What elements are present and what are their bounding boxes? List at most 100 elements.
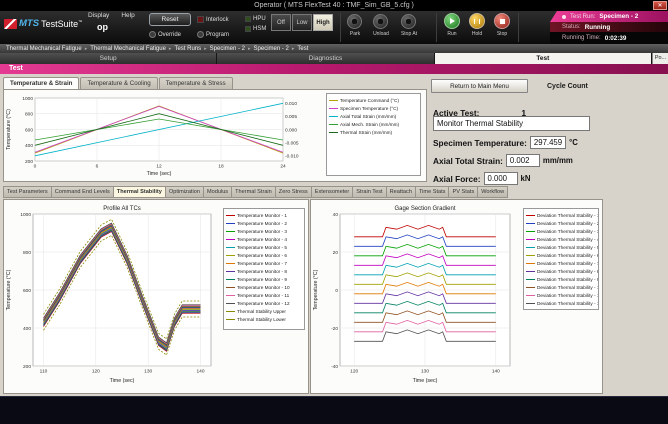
program-control[interactable]: Program [197, 31, 229, 38]
interlock-label: Interlock [206, 17, 229, 23]
override-label: Override [158, 32, 181, 38]
lowtab-modulus[interactable]: Modulus [203, 186, 231, 198]
tab-test[interactable]: Test [435, 53, 652, 64]
axial-total-strain-unit: mm/mm [543, 156, 573, 165]
running-time-bar: Running Time: 0:02:39 [550, 32, 668, 44]
tab-setup[interactable]: Setup [0, 53, 217, 64]
svg-text:140: 140 [492, 369, 500, 375]
stop-button[interactable] [494, 13, 510, 29]
specimen-temperature-label: Specimen Temperature: [433, 138, 527, 148]
svg-text:Profile All TCs: Profile All TCs [103, 206, 141, 212]
legend-item: Temperature Monitor - 6 [226, 251, 302, 259]
menu-bar: Display Help [88, 12, 135, 19]
lowtab-thermal-stability[interactable]: Thermal Stability [113, 186, 165, 198]
menu-display[interactable]: Display [88, 12, 109, 19]
svg-text:0: 0 [34, 164, 37, 170]
running-time-value: 0:02:39 [605, 35, 627, 42]
lowtab-workflow[interactable]: Workflow [477, 186, 508, 198]
main-content: Temperature & StrainTemperature & Coolin… [0, 74, 668, 396]
app-window: Operator ( MTS FlexTest 40 : TMF_Sim_GB_… [0, 0, 668, 424]
hydraulic-high-button[interactable]: High [313, 14, 333, 31]
toolbar-divider [436, 13, 437, 42]
breadcrumb-item[interactable]: Test [297, 46, 308, 52]
test-run-bar: Test Run: Specimen - 2 [550, 11, 668, 22]
hydraulic-off-button[interactable]: Off [271, 14, 291, 31]
svg-text:200: 200 [25, 159, 33, 165]
legend-item: Axial Mech. Strain (mm/mm) [329, 120, 418, 128]
breadcrumb-separator-icon: ▸ [248, 46, 251, 52]
breadcrumb-item[interactable]: Thermal Mechanical Fatigue [6, 46, 82, 52]
specimen-temperature-unit: °C [569, 138, 578, 147]
svg-text:200: 200 [23, 364, 31, 370]
svg-text:18: 18 [218, 164, 224, 170]
lowtab-time-stats[interactable]: Time Stats [415, 186, 449, 198]
return-to-main-menu-button[interactable]: Return to Main Menu [431, 79, 528, 93]
side-tab-po[interactable]: Po... [652, 53, 668, 64]
subtab-temperature-stress[interactable]: Temperature & Stress [159, 77, 233, 89]
stop-label: Stop [490, 31, 514, 37]
svg-text:800: 800 [25, 112, 33, 118]
breadcrumb-item[interactable]: Test Runs [174, 46, 201, 52]
breadcrumb-item[interactable]: Specimen - 2 [254, 46, 289, 52]
legend-item: Temperature Monitor - 12 [226, 299, 302, 307]
lowtab-strain-test[interactable]: Strain Test [352, 186, 385, 198]
brand-mts: MTS [19, 18, 39, 29]
hsm-led-icon [245, 26, 251, 32]
gage-section-gradient-panel: 120130140-40-2002040Gage Section Gradien… [310, 199, 603, 394]
subtab-temperature-cooling[interactable]: Temperature & Cooling [80, 77, 157, 89]
stop-at-icon [406, 19, 411, 24]
breadcrumb-item[interactable]: Thermal Mechanical Fatigue [90, 46, 166, 52]
close-button[interactable]: ✕ [653, 1, 667, 10]
title-bar: Operator ( MTS FlexTest 40 : TMF_Sim_GB_… [0, 0, 668, 11]
interlock-indicator: Interlock [197, 16, 229, 23]
legend-item: Deviation Thermal Stability - 5 [526, 243, 596, 251]
svg-text:24: 24 [280, 164, 286, 170]
reset-button[interactable]: Reset [149, 13, 191, 26]
park-button[interactable] [347, 14, 362, 29]
svg-text:Time (sec): Time (sec) [110, 378, 135, 384]
lowtab-reattach[interactable]: Reattach [386, 186, 415, 198]
legend-item: Deviation Thermal Stability - 8 [526, 267, 596, 275]
svg-text:0.005: 0.005 [285, 114, 297, 120]
subtab-temperature-strain[interactable]: Temperature & Strain [3, 77, 79, 89]
temperature-strain-legend: Temperature Command (°C)Specimen Tempera… [326, 93, 421, 176]
lowtab-pv-stats[interactable]: PV Stats [448, 186, 477, 198]
legend-item: Axial Total Strain (mm/mm) [329, 112, 418, 120]
status-bar: Status: Running [550, 22, 668, 32]
running-time-label: Running Time: [562, 35, 601, 41]
svg-text:Temperature (°C): Temperature (°C) [313, 269, 319, 310]
svg-text:-0.005: -0.005 [285, 140, 299, 146]
legend-item: Deviation Thermal Stability - 2 [526, 219, 596, 227]
gage-section-gradient-chart: 120130140-40-2002040Gage Section Gradien… [312, 202, 518, 384]
lowtab-test-parameters[interactable]: Test Parameters [3, 186, 51, 198]
legend-item: Deviation Thermal Stability - 1 [526, 211, 596, 219]
menu-help[interactable]: Help [121, 12, 134, 19]
app-logo: MTS TestSuite™ [4, 18, 82, 29]
lowtab-optimization[interactable]: Optimization [165, 186, 203, 198]
tab-diagnostics[interactable]: Diagnostics [217, 53, 434, 64]
profile-all-tcs-chart: 1101201301402004006008001000Profile All … [5, 202, 219, 384]
breadcrumb-item[interactable]: Specimen - 2 [210, 46, 245, 52]
hold-button[interactable] [469, 13, 485, 29]
lowtab-thermal-strain[interactable]: Thermal Strain [231, 186, 275, 198]
cycle-count-button[interactable]: Cycle Count [547, 83, 588, 90]
profile-all-tcs-panel: 1101201301402004006008001000Profile All … [3, 199, 309, 394]
lowtab-command-end-levels[interactable]: Command End Levels [51, 186, 113, 198]
hydraulic-low-button[interactable]: Low [292, 14, 312, 31]
interlock-led-icon [197, 16, 204, 23]
test-run-value: Specimen - 2 [599, 13, 638, 20]
test-run-icon [562, 15, 566, 19]
override-control[interactable]: Override [149, 31, 181, 38]
brand-suite: TestSuite™ [41, 19, 82, 29]
svg-text:Temperature (°C): Temperature (°C) [6, 109, 12, 150]
svg-text:0.000: 0.000 [285, 127, 297, 133]
brand-suite-text: TestSuite [41, 19, 78, 29]
legend-item: Deviation Thermal Stability - 3 [526, 227, 596, 235]
lowtab-extensometer[interactable]: Extensometer [311, 186, 353, 198]
toolbar: MTS TestSuite™ Display Help op Reset Int… [0, 11, 668, 44]
unload-button[interactable] [373, 14, 388, 29]
svg-text:120: 120 [350, 369, 358, 375]
stop-at-button[interactable] [401, 14, 416, 29]
lowtab-zero-stress[interactable]: Zero Stress [275, 186, 311, 198]
run-button[interactable] [444, 13, 460, 29]
